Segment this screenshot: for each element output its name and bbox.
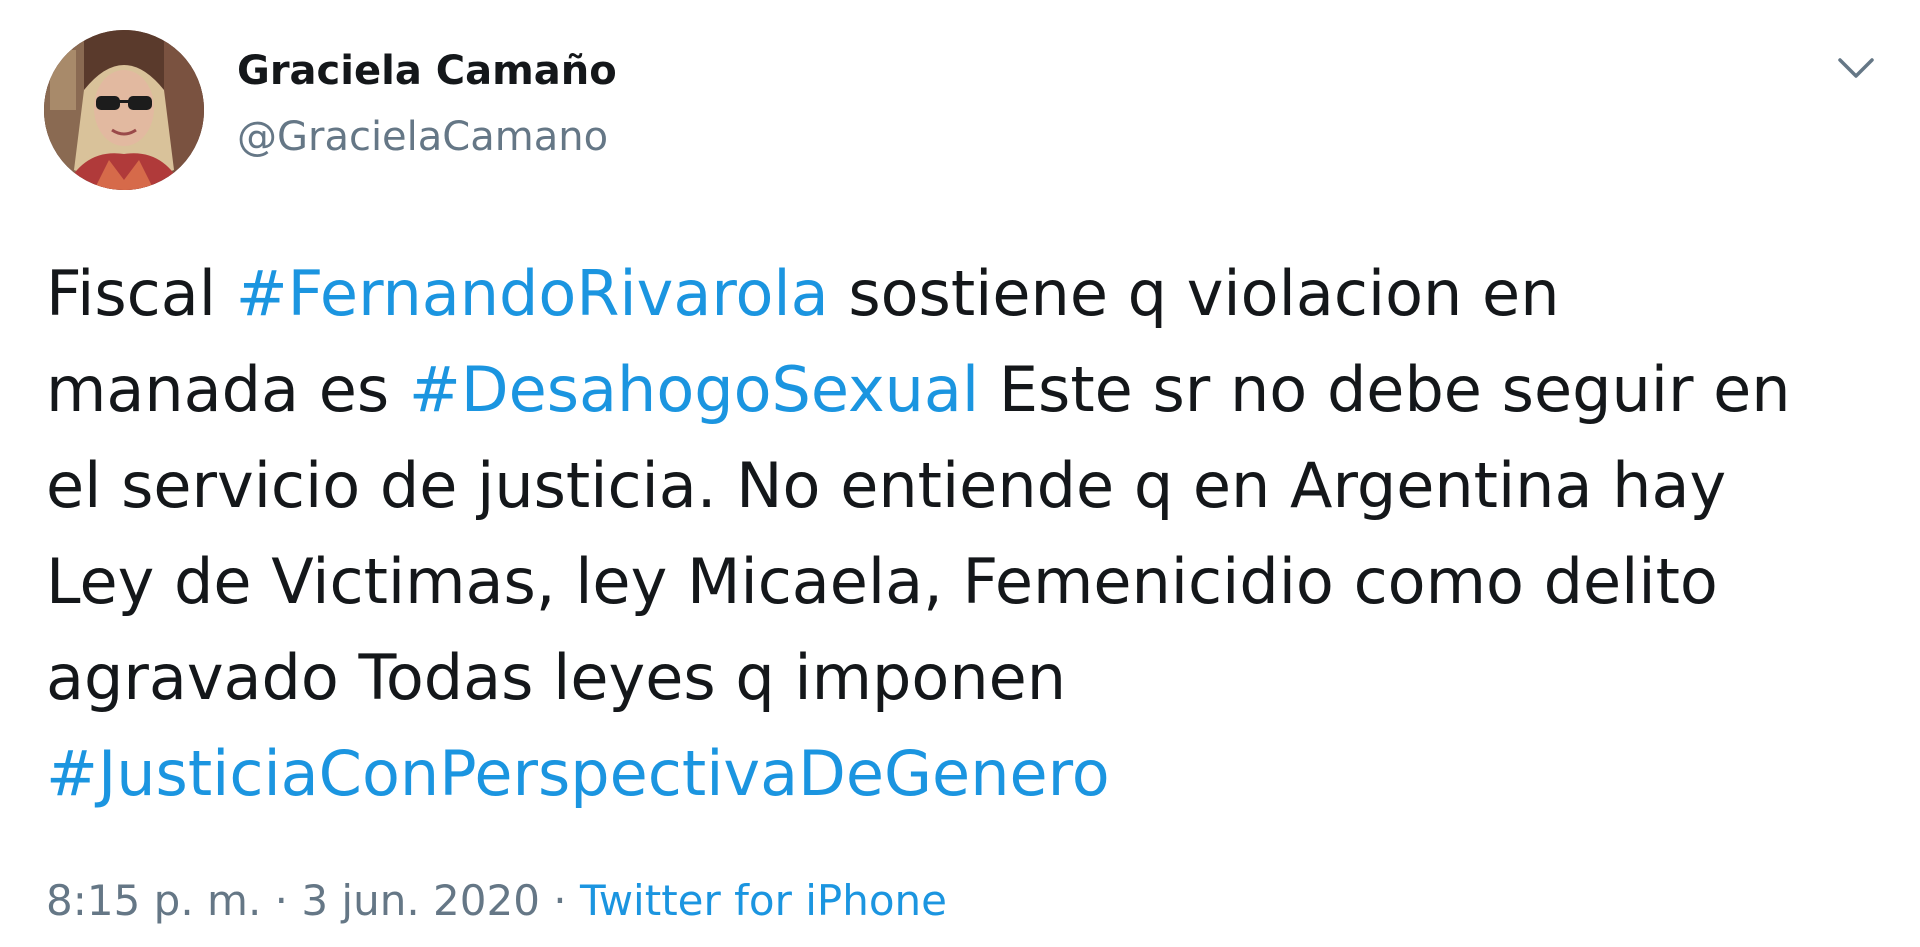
tweet-meta: 8:15 p. m. · 3 jun. 2020 · Twitter for i… [46,876,947,925]
tweet-line: #JusticiaConPerspectivaDeGenero [46,726,1886,822]
tweet-line: Ley de Victimas, ley Micaela, Femenicidi… [46,534,1886,630]
tweet-menu-button[interactable] [1832,48,1880,88]
meta-separator: · [261,876,302,925]
tweet-text-segment: Este sr no debe seguir en [979,353,1791,426]
tweet-line: manada es #DesahogoSexual Este sr no deb… [46,342,1886,438]
tweet-time[interactable]: 8:15 p. m. [46,876,261,925]
tweet-text-segment: Ley de Victimas, ley Micaela, Femenicidi… [46,545,1718,618]
tweet-line: agravado Todas leyes q imponen [46,630,1886,726]
tweet-text-segment: sostiene q violacion en [828,257,1560,330]
hashtag-link[interactable]: #JusticiaConPerspectivaDeGenero [46,737,1110,810]
author-name[interactable]: Graciela Camaño [237,48,617,94]
tweet-line: Fiscal #FernandoRivarola sostiene q viol… [46,246,1886,342]
tweet-card: Graciela Camaño @GracielaCamano Fiscal #… [0,0,1920,947]
hashtag-link[interactable]: #DesahogoSexual [409,353,979,426]
tweet-text-segment: el servicio de justicia. No entiende q e… [46,449,1727,522]
tweet-text: Fiscal #FernandoRivarola sostiene q viol… [46,246,1886,822]
hashtag-link[interactable]: #FernandoRivarola [236,257,829,330]
tweet-text-segment: Fiscal [46,257,236,330]
author-avatar[interactable] [44,30,204,190]
tweet-text-segment: manada es [46,353,409,426]
tweet-text-segment: agravado Todas leyes q imponen [46,641,1067,714]
tweet-date[interactable]: 3 jun. 2020 [301,876,540,925]
profile-photo-icon [44,30,204,190]
author-handle[interactable]: @GracielaCamano [237,114,608,160]
chevron-down-icon [1838,58,1874,78]
tweet-source-link[interactable]: Twitter for iPhone [580,876,947,925]
meta-separator: · [539,876,580,925]
tweet-line: el servicio de justicia. No entiende q e… [46,438,1886,534]
